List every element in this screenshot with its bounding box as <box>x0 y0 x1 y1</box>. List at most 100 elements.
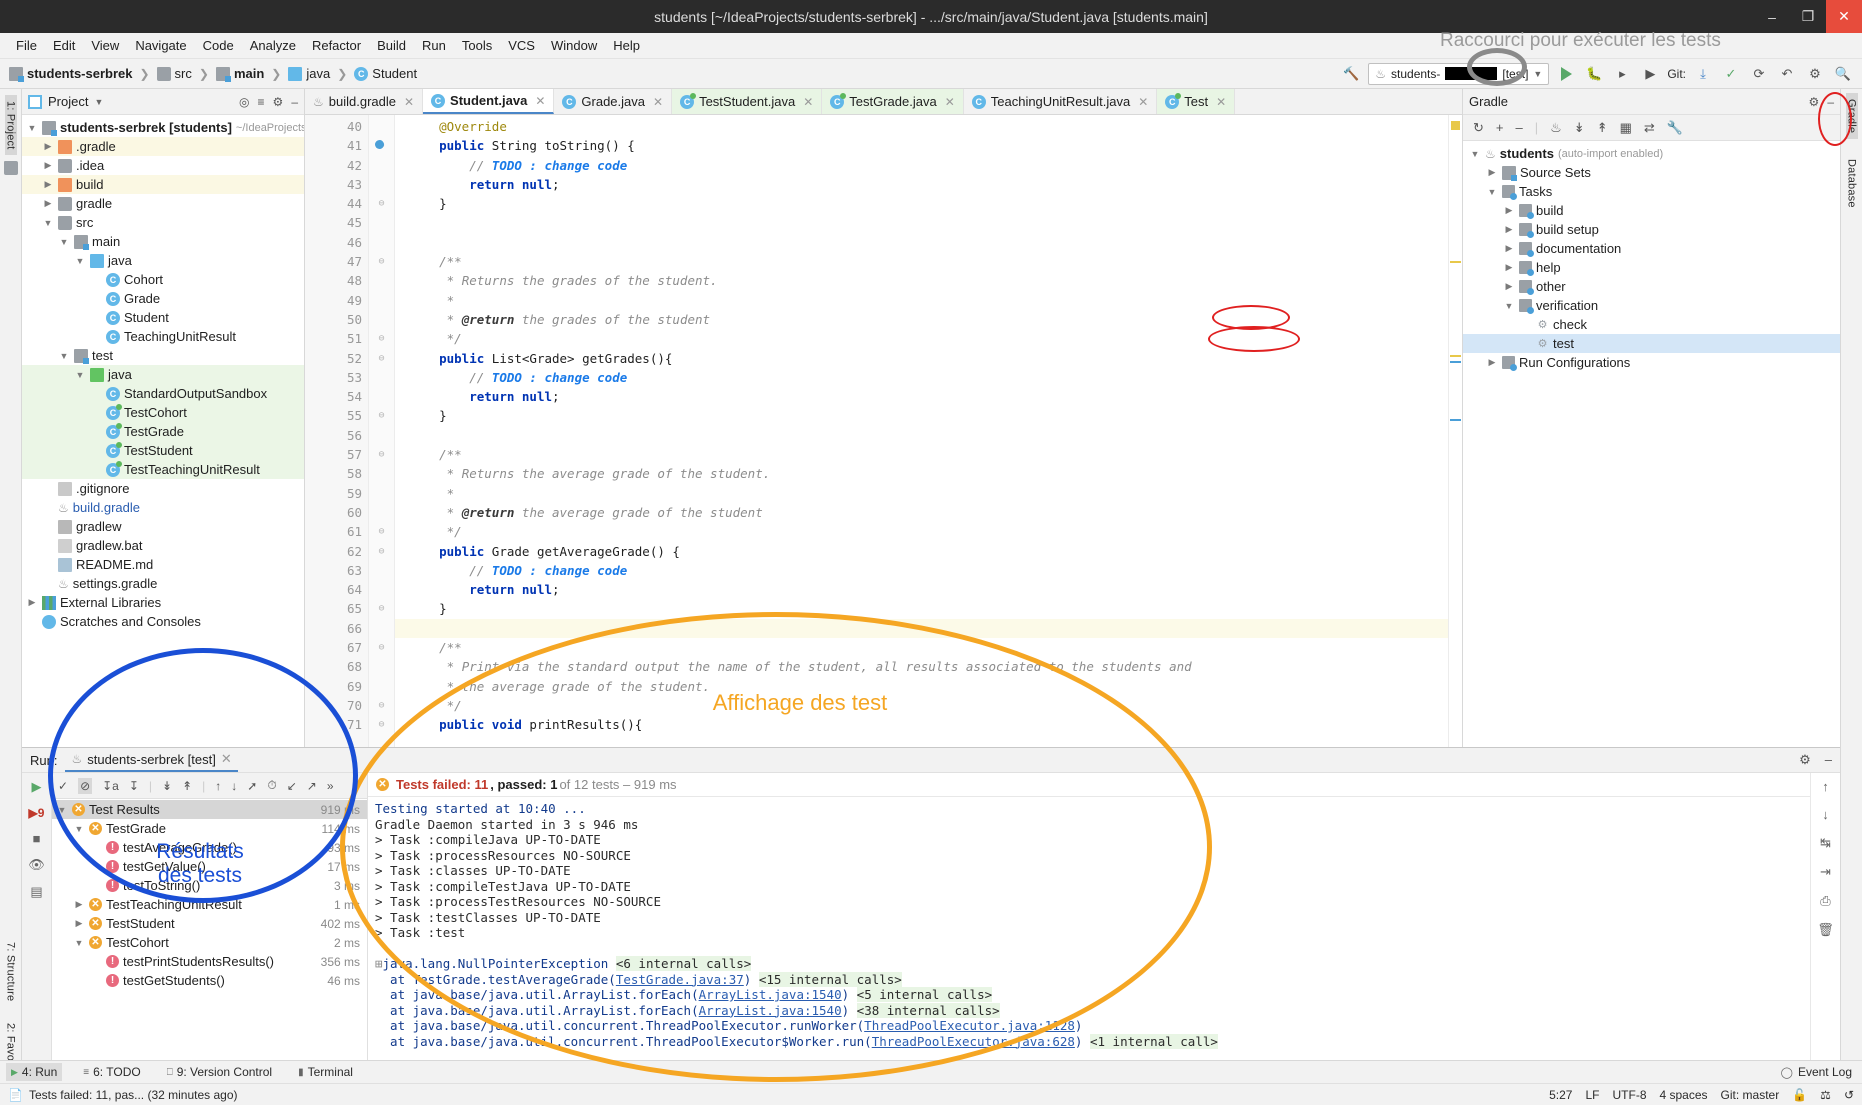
breadcrumb-item-java[interactable]: java <box>285 65 333 82</box>
fold-marker[interactable] <box>369 677 394 696</box>
code-line[interactable]: * Returns the grades of the student. <box>395 271 1448 290</box>
project-tree-item[interactable]: C TeachingUnitResult <box>22 327 304 346</box>
project-tree-item[interactable]: C Student <box>22 308 304 327</box>
code-line[interactable]: return null; <box>395 580 1448 599</box>
gradle-tree-item[interactable]: ⚙ test <box>1463 334 1840 353</box>
menu-tools[interactable]: Tools <box>454 35 500 56</box>
gear-icon[interactable]: ⚙ <box>1809 95 1820 109</box>
close-icon[interactable]: ✕ <box>535 94 545 108</box>
gradle-tree-item[interactable]: ▶ documentation <box>1463 239 1840 258</box>
tree-toggle-icon[interactable]: ▼ <box>74 256 86 266</box>
gutter-line-number[interactable]: 58 <box>305 464 368 483</box>
code-line[interactable]: public List<Grade> getGrades(){ <box>395 349 1448 368</box>
code-line[interactable]: */ <box>395 696 1448 715</box>
gutter-line-number[interactable]: 68 <box>305 657 368 676</box>
remove-icon[interactable]: – <box>1516 120 1523 135</box>
fold-marker[interactable] <box>369 503 394 522</box>
close-icon[interactable]: ✕ <box>945 95 955 109</box>
tree-toggle-icon[interactable]: ▶ <box>26 597 38 608</box>
fold-marker[interactable] <box>369 387 394 406</box>
editor-tab[interactable]: C TestGrade.java ✕ <box>822 89 964 114</box>
breadcrumb-item-src[interactable]: src <box>154 65 195 82</box>
gutter-line-number[interactable]: 49 <box>305 291 368 310</box>
code-line[interactable]: return null; <box>395 387 1448 406</box>
gradle-tree-item[interactable]: ▶ Source Sets <box>1463 163 1840 182</box>
rail-button-database[interactable]: Database <box>1846 153 1858 214</box>
gutter-line-number[interactable]: 48 <box>305 271 368 290</box>
rail-button-structure[interactable]: 7: Structure <box>5 936 17 1007</box>
fold-marker[interactable]: ⊖ <box>369 696 394 715</box>
code-line[interactable]: return null; <box>395 175 1448 194</box>
project-tree-item[interactable]: C TestGrade <box>22 422 304 441</box>
code-line[interactable]: * Print via the standard output the name… <box>395 657 1448 676</box>
tree-toggle-icon[interactable]: ▼ <box>58 237 70 247</box>
background-tasks-icon[interactable]: ↺ <box>1844 1088 1854 1102</box>
debug-icon[interactable]: 🐛 <box>1583 63 1605 85</box>
scroll-down-icon[interactable]: ↓ <box>1822 807 1829 822</box>
tree-toggle-icon[interactable]: ▼ <box>73 824 85 834</box>
fold-marker[interactable] <box>369 619 394 638</box>
fold-marker[interactable] <box>369 175 394 194</box>
show-passed-icon[interactable]: ✓ <box>58 779 68 793</box>
scroll-end-icon[interactable]: ⇥ <box>1820 864 1831 880</box>
event-log-button[interactable]: ◯ Event Log <box>1781 1065 1862 1079</box>
code-line[interactable]: public void printResults(){ <box>395 715 1448 734</box>
rerun-icon[interactable]: ▶ <box>32 779 42 795</box>
project-tree-item[interactable]: gradlew <box>22 517 304 536</box>
fold-marker[interactable] <box>369 561 394 580</box>
project-tree-item[interactable]: C TestTeachingUnitResult <box>22 460 304 479</box>
line-separator[interactable]: LF <box>1585 1088 1599 1102</box>
rerun-failed-icon[interactable]: ▶9 <box>29 806 45 820</box>
gear-icon[interactable]: ⚙ <box>1799 752 1811 768</box>
project-tree-item[interactable]: ▶ .idea <box>22 156 304 175</box>
history-icon[interactable]: ⏱ <box>267 778 276 793</box>
fold-marker[interactable] <box>369 657 394 676</box>
tree-toggle-icon[interactable]: ▶ <box>42 141 54 152</box>
tool-button-run[interactable]: ▶ 4: Run <box>6 1063 63 1081</box>
project-tree-item[interactable]: C StandardOutputSandbox <box>22 384 304 403</box>
print-icon[interactable]: ⎙ <box>1820 893 1830 909</box>
tree-toggle-icon[interactable]: ▶ <box>1486 167 1498 178</box>
project-tree-item[interactable]: ▶ External Libraries <box>22 593 304 612</box>
project-tree-item[interactable]: C TestStudent <box>22 441 304 460</box>
fold-marker[interactable]: ⊖ <box>369 194 394 213</box>
fold-marker[interactable] <box>369 484 394 503</box>
gutter-line-number[interactable]: 53 <box>305 368 368 387</box>
collapse-all-icon[interactable]: ≡ <box>258 95 265 109</box>
test-tree-item[interactable]: ▼ ✕ TestCohort 2 ms <box>52 933 367 952</box>
menu-window[interactable]: Window <box>543 35 605 56</box>
code-line[interactable]: public Grade getAverageGrade() { <box>395 542 1448 561</box>
editor-tab[interactable]: C TestStudent.java ✕ <box>672 89 823 114</box>
fold-marker[interactable] <box>369 580 394 599</box>
close-button[interactable]: ✕ <box>1826 0 1862 33</box>
code-line[interactable]: * @return the grades of the student <box>395 310 1448 329</box>
close-icon[interactable]: ✕ <box>803 95 813 109</box>
indent-setting[interactable]: 4 spaces <box>1660 1088 1708 1102</box>
gradle-tree-item[interactable]: ▶ help <box>1463 258 1840 277</box>
tree-toggle-icon[interactable]: ▶ <box>73 918 85 929</box>
project-tree-item[interactable]: ♨ build.gradle <box>22 498 304 517</box>
menu-view[interactable]: View <box>83 35 127 56</box>
gutter-line-number[interactable]: 41 <box>305 136 384 155</box>
code-line[interactable]: */ <box>395 522 1448 541</box>
sort-duration-icon[interactable]: ↧ <box>129 779 139 793</box>
fold-marker[interactable]: ⊖ <box>369 638 394 657</box>
project-tree-item[interactable]: ▼ src <box>22 213 304 232</box>
collapse-all-icon[interactable]: ↟ <box>182 779 192 793</box>
next-failed-icon[interactable]: ↓ <box>231 779 237 793</box>
console-output[interactable]: Testing started at 10:40 ... Gradle Daemo… <box>368 797 1810 1060</box>
code-line[interactable]: /** <box>395 638 1448 657</box>
project-tree-item[interactable]: README.md <box>22 555 304 574</box>
editor-tab[interactable]: C Test ✕ <box>1157 89 1236 114</box>
settings-gear-icon[interactable]: ⚙ <box>1804 63 1826 85</box>
gradle-tree-item[interactable]: ▶ Run Configurations <box>1463 353 1840 372</box>
fold-marker[interactable]: ⊖ <box>369 445 394 464</box>
tree-toggle-icon[interactable]: ▶ <box>1503 281 1515 292</box>
gutter-line-number[interactable]: 61 <box>305 522 368 541</box>
project-tree-item[interactable]: ▶ .gradle <box>22 137 304 156</box>
code-line[interactable]: /** <box>395 445 1448 464</box>
gutter-line-number[interactable]: 43 <box>305 175 368 194</box>
gradle-tree-item[interactable]: ▶ build <box>1463 201 1840 220</box>
code-line[interactable]: * <box>395 291 1448 310</box>
gutter-line-number[interactable]: 45 <box>305 213 368 232</box>
